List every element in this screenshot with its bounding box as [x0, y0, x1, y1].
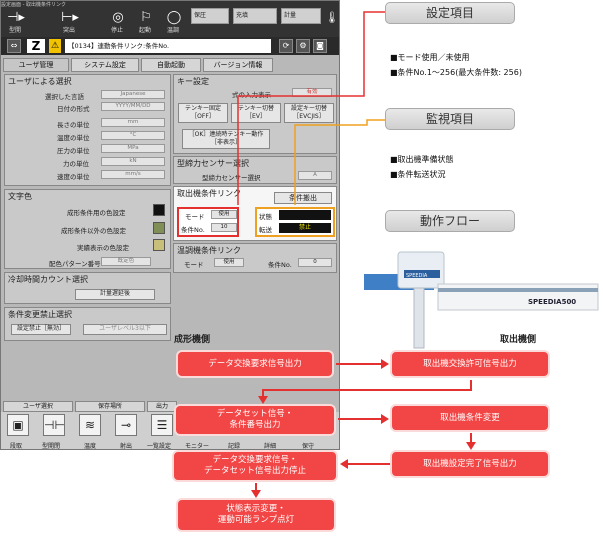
monitor-line-1: ■取出機準備状態 [390, 155, 454, 164]
arrow-left-5 [340, 459, 348, 469]
robot-model: SPEEDIA500 [528, 298, 576, 306]
robot-brand: SPEEDIA [406, 273, 428, 279]
flow-step-data-set: データセット信号・ 条件番号出力 [174, 404, 336, 436]
arrow-right-3 [381, 414, 389, 424]
flow-step-signal-stop: データ交換要求信号・ データセット信号出力停止 [172, 450, 338, 482]
flow-step-setting-complete: 取出機設定完了信号出力 [390, 450, 550, 478]
settings-connector [237, 11, 385, 205]
flow-step-condition-change: 取出機条件変更 [390, 404, 550, 432]
flow-step-status-change: 状態表示変更・ 運動可能ランプ点灯 [176, 498, 336, 532]
arrow-right-1 [381, 359, 389, 369]
robot-vertical-arm [413, 287, 425, 349]
monitor-connector [294, 119, 385, 205]
settings-title: 設定項目 [385, 2, 515, 24]
arrow-line-5 [348, 463, 390, 465]
arrow-down-6 [251, 490, 261, 498]
flow-title: 動作フロー [385, 210, 515, 232]
ejector-side-label: 取出機側 [500, 335, 537, 345]
arrow-down-4 [466, 442, 476, 450]
robot-beam-stripe [438, 288, 598, 292]
robot-traverse-beam [437, 283, 599, 311]
arrow-line-1 [336, 363, 382, 365]
arrow-line-2b [262, 389, 472, 391]
settings-line-1: ■モード使用／未使用 [390, 53, 470, 62]
flow-step-exchange-permit: 取出機交換許可信号出力 [390, 350, 550, 378]
molding-side-label: 成形機側 [174, 335, 211, 345]
arrow-down-2 [258, 396, 268, 404]
monitor-title: 監視項目 [385, 108, 515, 130]
robot-illustration: SPEEDIA SPEEDIA500 [364, 251, 599, 349]
settings-line-2: ■条件No.1〜256(最大条件数: 256) [390, 68, 522, 77]
flow-step-exchange-request: データ交換要求信号出力 [176, 350, 334, 378]
arrow-line-3 [338, 418, 382, 420]
monitor-line-2: ■条件転送状況 [390, 170, 446, 179]
